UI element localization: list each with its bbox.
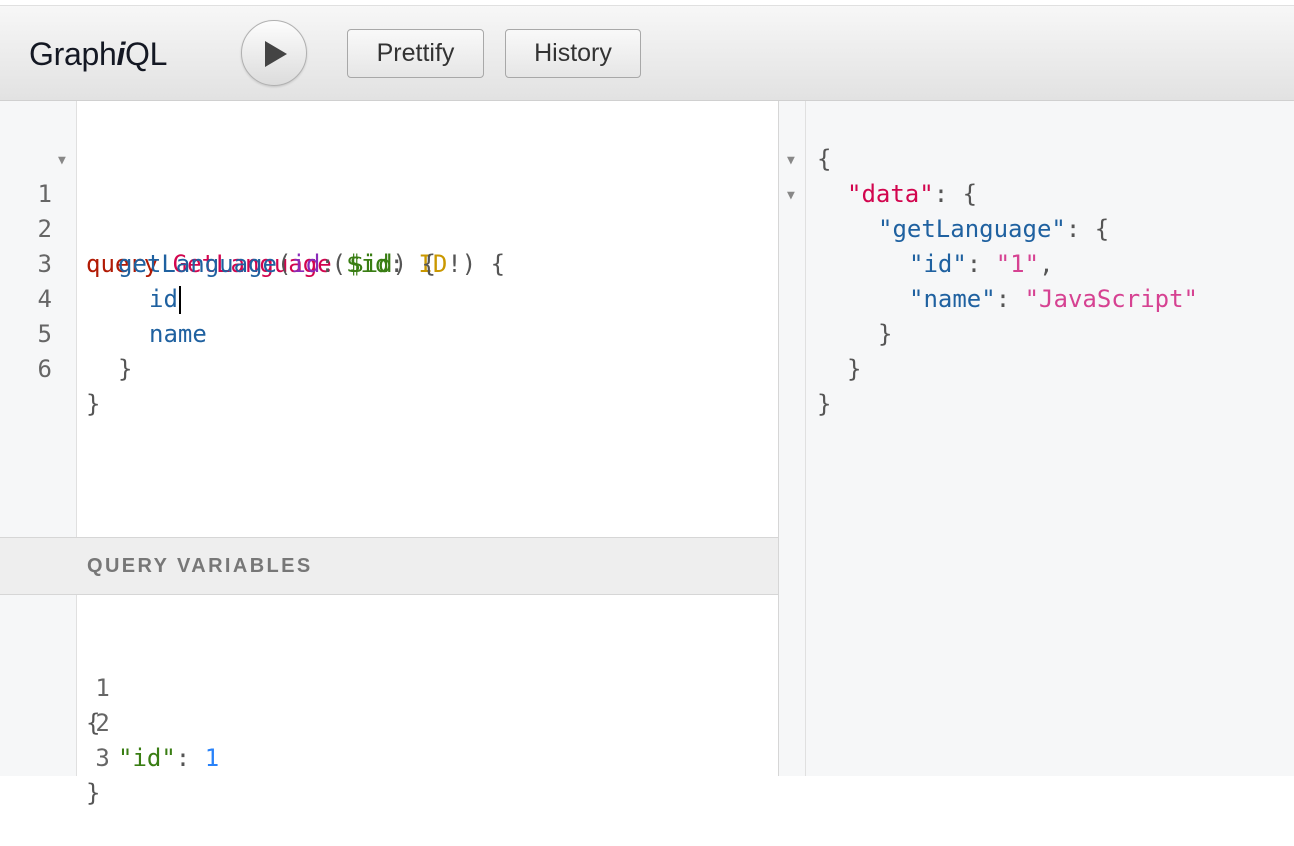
query-line-6: 6 } — [0, 317, 101, 418]
query-line-2: 2 getLanguage(id: $id) { — [0, 177, 436, 278]
argument-id: id — [291, 250, 321, 278]
colon: : — [995, 285, 1025, 313]
variables-line-3: 3 } — [0, 706, 110, 807]
history-button[interactable]: History — [505, 29, 641, 78]
variables-editor[interactable]: 1 { 2 "id": 1 3 } — [0, 595, 778, 807]
result-line-5: "name": "JavaScript" — [909, 282, 1198, 317]
comma: , — [1039, 250, 1054, 278]
json-key-id: "id" — [909, 250, 967, 278]
query-editor[interactable]: 1 ▼ query GetLanguage($id: ID!) { 2 getL… — [0, 101, 778, 537]
result-viewer[interactable]: ▼ ▼ { "data": { "getLanguage": { "id": "… — [778, 101, 1294, 776]
variable-key: "id" — [118, 744, 176, 772]
json-value-name: "JavaScript" — [1024, 285, 1198, 313]
query-line-3: 3 id — [0, 212, 181, 314]
result-line-7: } — [847, 355, 862, 383]
line-number: 6 — [37, 355, 52, 383]
field-getLanguage: getLanguage — [118, 250, 277, 278]
query-line-4: 4 name — [0, 247, 207, 348]
result-line-8: } — [817, 390, 832, 418]
query-variables-title: QUERY VARIABLES — [87, 555, 313, 577]
query-variables-toggle[interactable]: QUERY VARIABLES — [0, 537, 778, 595]
variable-ref: $id — [349, 250, 393, 278]
field-name: name — [149, 320, 207, 348]
app-title: GraphiQL — [29, 36, 168, 72]
paren-close: ) { — [461, 250, 506, 278]
execute-query-button[interactable] — [241, 20, 307, 86]
result-line-1: { — [817, 145, 832, 173]
colon: : — [966, 250, 996, 278]
colon: : — [320, 250, 350, 278]
brace-close: } — [118, 355, 133, 383]
result-line-3: "getLanguage": { — [878, 212, 1109, 247]
json-key-getLanguage: "getLanguage" — [878, 215, 1066, 243]
play-icon — [265, 41, 287, 67]
brace-close: } — [86, 779, 101, 807]
json-value-id: "1" — [995, 250, 1040, 278]
brace-close: } — [86, 390, 101, 418]
result-line-4: "id": "1", — [909, 247, 1054, 282]
fold-arrow-icon[interactable]: ▼ — [58, 143, 66, 178]
prettify-button[interactable]: Prettify — [347, 29, 484, 78]
result-line-2: "data": { — [847, 177, 977, 212]
fold-arrow-icon[interactable]: ▼ — [787, 153, 795, 168]
json-punct: : { — [933, 180, 978, 208]
line-number: 2 — [95, 709, 110, 737]
field-id: id — [149, 285, 178, 313]
variables-line-2: 2 "id": 1 — [0, 671, 219, 772]
fold-arrow-icon[interactable]: ▼ — [787, 188, 795, 203]
line-number: 1 — [95, 674, 110, 702]
variable-value: 1 — [204, 744, 220, 772]
json-key-name: "name" — [909, 285, 996, 313]
variables-line-1: 1 { — [0, 636, 110, 737]
colon: : — [175, 744, 205, 772]
non-null-bang: ! — [447, 250, 462, 278]
paren-open: ( — [276, 250, 292, 278]
toolbar: GraphiQL Prettify History — [0, 6, 1294, 101]
line-number: 3 — [95, 744, 110, 772]
query-line-1: 1 ▼ query GetLanguage($id: ID!) { — [0, 142, 506, 278]
json-punct: : { — [1065, 215, 1110, 243]
paren-close: ) { — [392, 250, 436, 278]
text-cursor — [178, 286, 181, 314]
query-line-5: 5 } — [0, 282, 133, 383]
result-line-6: } — [878, 320, 893, 348]
result-gutter: ▼ ▼ — [779, 101, 806, 776]
json-key-data: "data" — [847, 180, 934, 208]
